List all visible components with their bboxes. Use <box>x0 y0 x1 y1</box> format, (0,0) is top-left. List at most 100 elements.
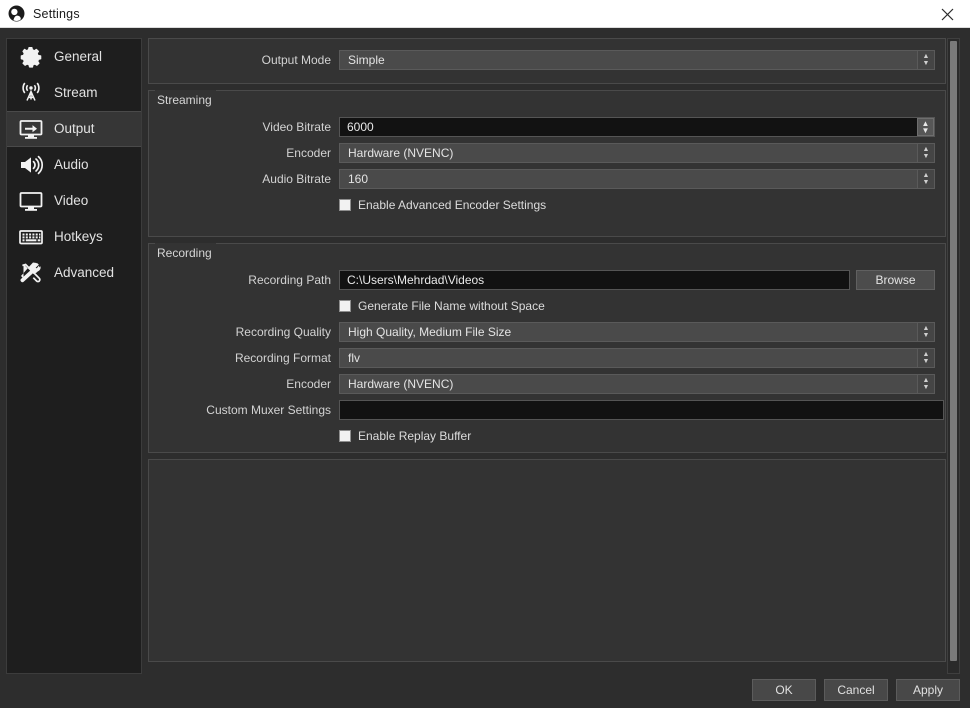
stream-encoder-label: Encoder <box>286 146 331 160</box>
chevron-up-icon: ▲ <box>922 377 930 384</box>
audio-bitrate-label: Audio Bitrate <box>262 172 331 186</box>
recording-encoder-value: Hardware (NVENC) <box>348 377 454 391</box>
sidebar-item-video[interactable]: Video <box>7 183 141 219</box>
advanced-encoder-row: Enable Advanced Encoder Settings <box>159 195 935 215</box>
recording-group-title: Recording <box>155 243 216 261</box>
chevron-down-icon: ▼ <box>922 153 930 160</box>
recording-encoder-row: Encoder Hardware (NVENC) ▲ ▼ <box>159 374 935 394</box>
output-mode-row: Output Mode Simple ▲ ▼ <box>159 50 935 70</box>
replay-buffer-label[interactable]: Enable Replay Buffer <box>358 429 471 443</box>
advanced-encoder-checkbox[interactable] <box>339 199 351 211</box>
sidebar-item-label: Stream <box>54 85 98 101</box>
recording-encoder-select[interactable]: Hardware (NVENC) ▲ ▼ <box>339 374 935 394</box>
output-mode-select[interactable]: Simple ▲ ▼ <box>339 50 935 70</box>
chevron-down-icon: ▼ <box>922 60 930 67</box>
recording-path-label: Recording Path <box>248 273 331 287</box>
video-bitrate-stepper[interactable]: ▲ ▼ <box>917 118 934 136</box>
sidebar-item-stream[interactable]: Stream <box>7 75 141 111</box>
window-title: Settings <box>33 6 80 21</box>
video-bitrate-input[interactable]: 6000 ▲ ▼ <box>339 117 935 137</box>
keyboard-icon <box>17 223 45 251</box>
apply-button[interactable]: Apply <box>896 679 960 701</box>
recording-path-input[interactable]: C:\Users\Mehrdad\Videos <box>339 270 850 290</box>
chevron-down-icon: ▼ <box>922 332 930 339</box>
vertical-scrollbar[interactable] <box>947 38 960 674</box>
streaming-group: Streaming Video Bitrate 6000 ▲ ▼ Encoder… <box>148 90 946 237</box>
settings-category-list[interactable]: General Stream Output Audio Video Hotkey… <box>6 38 142 674</box>
custom-muxer-label: Custom Muxer Settings <box>206 403 331 417</box>
sidebar-item-advanced[interactable]: Advanced <box>7 255 141 291</box>
output-mode-panel: Output Mode Simple ▲ ▼ <box>148 38 946 84</box>
recording-path-row: Recording Path C:\Users\Mehrdad\Videos B… <box>159 270 935 290</box>
audio-bitrate-row: Audio Bitrate 160 ▲ ▼ <box>159 169 935 189</box>
recording-quality-select[interactable]: High Quality, Medium File Size ▲ ▼ <box>339 322 935 342</box>
chevron-down-icon: ▼ <box>921 126 930 135</box>
obs-logo-icon <box>8 5 25 22</box>
audio-bitrate-select[interactable]: 160 ▲ ▼ <box>339 169 935 189</box>
stream-encoder-row: Encoder Hardware (NVENC) ▲ ▼ <box>159 143 935 163</box>
stream-encoder-value: Hardware (NVENC) <box>348 146 454 160</box>
recording-format-value: flv <box>348 351 360 365</box>
scrollbar-thumb[interactable] <box>950 41 957 661</box>
chevron-updown-icon[interactable]: ▲ ▼ <box>917 51 934 69</box>
broadcast-icon <box>17 79 45 107</box>
chevron-down-icon: ▼ <box>922 358 930 365</box>
close-icon[interactable] <box>924 0 970 28</box>
sidebar-item-general[interactable]: General <box>7 39 141 75</box>
empty-filler-panel <box>148 459 946 662</box>
stream-encoder-select[interactable]: Hardware (NVENC) ▲ ▼ <box>339 143 935 163</box>
chevron-up-icon: ▲ <box>922 53 930 60</box>
ok-button[interactable]: OK <box>752 679 816 701</box>
generate-no-space-label[interactable]: Generate File Name without Space <box>358 299 545 313</box>
settings-dialog-body: General Stream Output Audio Video Hotkey… <box>0 28 970 708</box>
chevron-up-icon: ▲ <box>922 325 930 332</box>
output-mode-label: Output Mode <box>261 53 331 67</box>
chevron-updown-icon[interactable]: ▲ ▼ <box>917 375 934 393</box>
settings-content-area: Output Mode Simple ▲ ▼ Streaming Video B… <box>148 38 960 674</box>
recording-format-row: Recording Format flv ▲ ▼ <box>159 348 935 368</box>
chevron-down-icon: ▼ <box>922 384 930 391</box>
gear-icon <box>17 43 45 71</box>
recording-format-select[interactable]: flv ▲ ▼ <box>339 348 935 368</box>
recording-path-value: C:\Users\Mehrdad\Videos <box>347 273 485 287</box>
recording-group: Recording Recording Path C:\Users\Mehrda… <box>148 243 946 453</box>
advanced-encoder-label[interactable]: Enable Advanced Encoder Settings <box>358 198 546 212</box>
chevron-up-icon: ▲ <box>922 146 930 153</box>
audio-bitrate-value: 160 <box>348 172 369 186</box>
sidebar-item-output[interactable]: Output <box>7 111 141 147</box>
recording-quality-value: High Quality, Medium File Size <box>348 325 512 339</box>
close-glyph <box>941 8 953 20</box>
chevron-down-icon: ▼ <box>922 179 930 186</box>
generate-no-space-checkbox[interactable] <box>339 300 351 312</box>
chevron-updown-icon[interactable]: ▲ ▼ <box>917 144 934 162</box>
streaming-group-title: Streaming <box>155 90 216 108</box>
recording-quality-row: Recording Quality High Quality, Medium F… <box>159 322 935 342</box>
cancel-button[interactable]: Cancel <box>824 679 888 701</box>
replay-buffer-checkbox[interactable] <box>339 430 351 442</box>
chevron-up-icon: ▲ <box>922 351 930 358</box>
sidebar-item-label: Hotkeys <box>54 229 103 245</box>
custom-muxer-input[interactable] <box>339 400 944 420</box>
video-bitrate-row: Video Bitrate 6000 ▲ ▼ <box>159 117 935 137</box>
sidebar-item-label: Advanced <box>54 265 115 281</box>
replay-buffer-row: Enable Replay Buffer <box>159 426 935 446</box>
dialog-button-bar: OK Cancel Apply <box>0 672 970 708</box>
custom-muxer-row: Custom Muxer Settings <box>159 400 944 420</box>
output-monitor-icon <box>17 115 45 143</box>
sidebar-item-label: Output <box>54 121 95 137</box>
sidebar-item-hotkeys[interactable]: Hotkeys <box>7 219 141 255</box>
recording-encoder-label: Encoder <box>286 377 331 391</box>
chevron-updown-icon[interactable]: ▲ ▼ <box>917 349 934 367</box>
output-mode-value: Simple <box>348 53 385 67</box>
video-bitrate-label: Video Bitrate <box>262 120 332 134</box>
tools-icon <box>17 259 45 287</box>
chevron-updown-icon[interactable]: ▲ ▼ <box>917 323 934 341</box>
speaker-icon <box>17 151 45 179</box>
browse-button[interactable]: Browse <box>856 270 935 290</box>
generate-no-space-row: Generate File Name without Space <box>159 296 935 316</box>
output-settings-scroll-area: Output Mode Simple ▲ ▼ Streaming Video B… <box>148 38 946 674</box>
chevron-updown-icon[interactable]: ▲ ▼ <box>917 170 934 188</box>
sidebar-item-label: General <box>54 49 103 65</box>
sidebar-item-audio[interactable]: Audio <box>7 147 141 183</box>
recording-format-label: Recording Format <box>234 351 331 365</box>
